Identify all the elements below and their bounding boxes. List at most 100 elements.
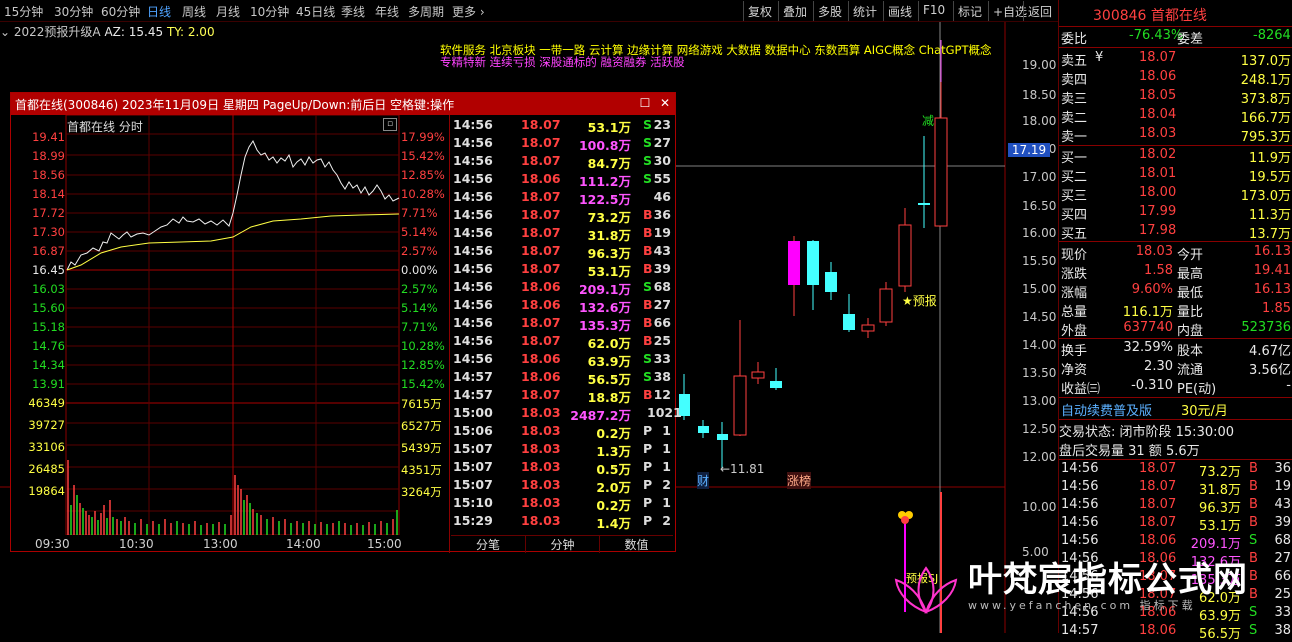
candle bbox=[788, 241, 800, 285]
intraday-popup[interactable]: 首都在线(300846) 2023年11月09日 星期四 PageUp/Down… bbox=[10, 92, 682, 553]
price-label: 14.34 bbox=[32, 358, 65, 372]
bid-row[interactable]: 买三 18.00 173.0万 bbox=[1059, 185, 1292, 204]
ask-row[interactable]: 卖四 18.06 248.1万 bbox=[1059, 69, 1292, 88]
bid-row[interactable]: 买四 17.99 11.3万 bbox=[1059, 204, 1292, 223]
overlay-button[interactable]: 叠加 bbox=[778, 1, 811, 21]
trade-count: 25 bbox=[653, 333, 671, 348]
time-tick: 09:30 bbox=[35, 537, 70, 551]
period-year[interactable]: 年线 bbox=[375, 3, 399, 20]
candle bbox=[698, 426, 709, 433]
promo-row[interactable]: 自动续费普及版 30元/月 bbox=[1059, 400, 1292, 419]
quote-panel: 300846 首都在线 委比 -76.43% 委差 -8264 卖五 ¥18.07… bbox=[1058, 0, 1292, 642]
bid-row[interactable]: 买二 18.01 19.5万 bbox=[1059, 166, 1292, 185]
period-30min[interactable]: 30分钟 bbox=[54, 3, 93, 20]
candle bbox=[770, 381, 782, 388]
ask-row[interactable]: 卖一 18.03 795.3万 bbox=[1059, 126, 1292, 145]
tick-price: 18.06 bbox=[1139, 623, 1177, 638]
trade-time: 15:29 bbox=[453, 513, 493, 528]
bid-row[interactable]: 买五 17.98 13.7万 bbox=[1059, 223, 1292, 242]
period-60min[interactable]: 60分钟 bbox=[101, 3, 140, 20]
tick-direction: B bbox=[1249, 479, 1258, 494]
adjust-button[interactable]: 复权 bbox=[743, 1, 776, 21]
trade-price: 18.06 bbox=[521, 369, 561, 384]
ask-price: 18.05 bbox=[1139, 88, 1177, 103]
tick-row: 14:56 18.07 53.1万 B 39 bbox=[1059, 515, 1292, 534]
trade-volume: 84.7万 bbox=[587, 156, 631, 171]
axis-label: 16.50 bbox=[1022, 199, 1057, 213]
ask-volume: 795.3万 bbox=[1240, 130, 1291, 145]
ask-label: 卖一 bbox=[1061, 130, 1088, 145]
trade-count: 30 bbox=[653, 153, 671, 168]
trade-volume: 209.1万 bbox=[578, 282, 631, 297]
tick-count: 25 bbox=[1274, 587, 1291, 602]
tick-time: 14:56 bbox=[1061, 479, 1099, 494]
multi-stock-button[interactable]: 多股 bbox=[813, 1, 846, 21]
period-daily[interactable]: 日线 bbox=[147, 3, 171, 20]
stats-button[interactable]: 统计 bbox=[848, 1, 881, 21]
period-quarter[interactable]: 季线 bbox=[341, 3, 365, 20]
period-45day[interactable]: 45日线 bbox=[296, 3, 335, 20]
period-15min[interactable]: 15分钟 bbox=[4, 3, 43, 20]
finance-label: 股本 bbox=[1177, 344, 1204, 359]
popup-title-bar[interactable]: 首都在线(300846) 2023年11月09日 星期四 PageUp/Down… bbox=[11, 93, 675, 115]
ask-label: 卖四 bbox=[1061, 73, 1088, 88]
trade-row: 14:56 18.07 96.3万 B 43 bbox=[451, 243, 673, 261]
tick-direction: B bbox=[1249, 497, 1258, 512]
tab-minute[interactable]: 分钟 bbox=[525, 535, 599, 553]
tick-volume: 96.3万 bbox=[1199, 501, 1241, 516]
candle bbox=[843, 314, 855, 330]
maximize-icon[interactable]: ☐ bbox=[637, 95, 653, 111]
period-weekly[interactable]: 周线 bbox=[182, 3, 206, 20]
axis-label: 12.00 bbox=[1022, 450, 1057, 464]
trade-price: 18.07 bbox=[521, 387, 561, 402]
draw-button[interactable]: 画线 bbox=[883, 1, 916, 21]
trade-time: 14:56 bbox=[453, 351, 493, 366]
trade-volume: 53.1万 bbox=[587, 264, 631, 279]
f10-button[interactable]: F10 bbox=[918, 1, 949, 21]
trade-volume: 2.0万 bbox=[596, 480, 631, 495]
tab-ticks[interactable]: 分笔 bbox=[451, 535, 525, 553]
ask-row[interactable]: 卖三 18.05 373.8万 bbox=[1059, 88, 1292, 107]
trade-count: 19 bbox=[653, 225, 671, 240]
quote-label: 量比 bbox=[1177, 305, 1204, 320]
mark-button[interactable]: 标记 bbox=[953, 1, 986, 21]
period-monthly[interactable]: 月线 bbox=[216, 3, 240, 20]
vol-label: 33106 bbox=[28, 440, 65, 454]
ask-label: 卖三 bbox=[1061, 92, 1088, 107]
ask-volume: 166.7万 bbox=[1240, 111, 1291, 126]
trade-time: 15:07 bbox=[453, 459, 493, 474]
axis-label: 15.00 bbox=[1022, 282, 1057, 296]
bid-volume: 11.3万 bbox=[1249, 208, 1291, 223]
quote-row: 现价 18.03 今开 16.13 bbox=[1059, 244, 1292, 263]
weicha-label: 委差 bbox=[1177, 32, 1204, 47]
candle bbox=[898, 224, 912, 287]
period-multi[interactable]: 多周期 bbox=[408, 3, 444, 20]
close-icon[interactable]: ✕ bbox=[657, 95, 673, 111]
stock-title[interactable]: 300846 首都在线 bbox=[1093, 5, 1207, 25]
time-tick: 14:00 bbox=[286, 537, 321, 551]
trade-price: 18.06 bbox=[521, 297, 561, 312]
tab-values[interactable]: 数值 bbox=[599, 535, 673, 553]
period-more[interactable]: 更多 › bbox=[452, 3, 485, 20]
quote-value: 1.58 bbox=[1144, 263, 1173, 278]
quote-row: 涨幅 9.60% 最低 16.13 bbox=[1059, 282, 1292, 301]
trade-count: 38 bbox=[653, 369, 671, 384]
bid-row[interactable]: 买一 18.02 11.9万 bbox=[1059, 147, 1292, 166]
trade-volume: 122.5万 bbox=[578, 192, 631, 207]
bid-price: 17.98 bbox=[1139, 223, 1177, 238]
limit-up-tag[interactable]: 涨榜 bbox=[787, 472, 812, 489]
intraday-chart bbox=[65, 115, 400, 535]
tick-price: 18.07 bbox=[1139, 515, 1177, 530]
candle bbox=[861, 324, 875, 332]
tick-count: 19 bbox=[1274, 479, 1291, 494]
finance-tag[interactable]: 财 bbox=[697, 472, 710, 489]
period-10min[interactable]: 10分钟 bbox=[250, 3, 289, 20]
ask-row[interactable]: 卖五 ¥18.07 137.0万 bbox=[1059, 50, 1292, 69]
trade-time: 14:56 bbox=[453, 117, 493, 132]
price-label: 17.72 bbox=[32, 206, 65, 220]
candles bbox=[679, 40, 948, 468]
ask-row[interactable]: 卖二 18.04 166.7万 bbox=[1059, 107, 1292, 126]
trade-row: 15:07 18.03 0.5万 P 1 bbox=[451, 459, 673, 477]
trade-volume: 53.1万 bbox=[587, 120, 631, 135]
trade-time: 14:56 bbox=[453, 315, 493, 330]
